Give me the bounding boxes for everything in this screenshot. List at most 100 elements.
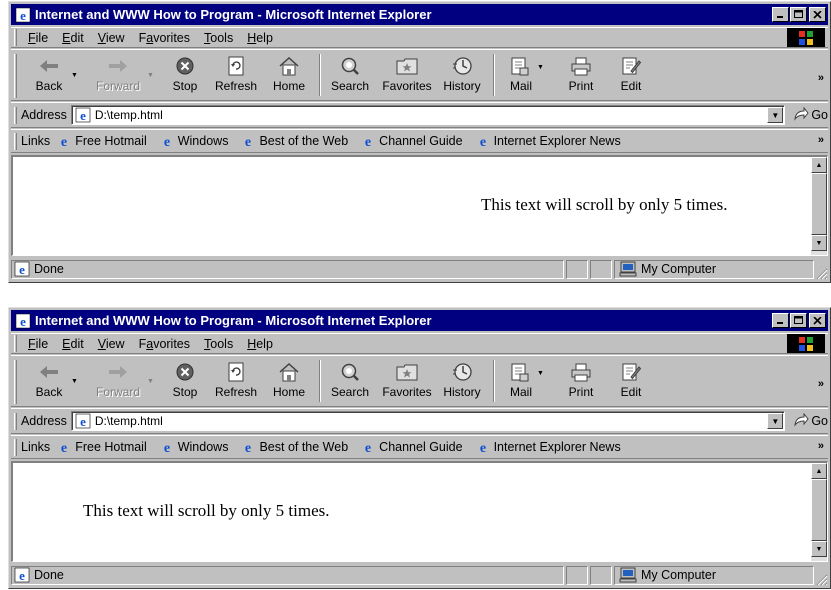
stop-button[interactable]: Stop <box>167 360 203 404</box>
linksbar-grip[interactable] <box>14 132 17 150</box>
link-best-of-the-web[interactable]: e Best of the Web <box>240 133 348 149</box>
address-input[interactable]: e D:\temp.html ▼ <box>70 105 786 125</box>
scroll-down-button[interactable]: ▼ <box>811 235 827 251</box>
toolbar-grip[interactable] <box>14 360 17 404</box>
links-label: Links <box>21 440 51 454</box>
close-button[interactable] <box>809 7 826 22</box>
vertical-scrollbar[interactable]: ▲ ▼ <box>811 157 827 255</box>
menu-help[interactable]: Help <box>240 31 280 45</box>
svg-text:e: e <box>20 314 26 329</box>
menu-bar: File Edit View Favorites Tools Help <box>11 333 828 354</box>
toolbar-separator <box>319 54 321 96</box>
favorites-icon <box>393 54 421 78</box>
forward-dropdown-icon[interactable]: ▼ <box>147 378 154 385</box>
stop-button[interactable]: Stop <box>167 54 203 98</box>
mail-dropdown-icon[interactable]: ▼ <box>537 370 544 377</box>
toolbar-grip[interactable] <box>14 54 17 98</box>
refresh-button[interactable]: Refresh <box>211 360 261 404</box>
maximize-button[interactable] <box>790 7 807 22</box>
title-bar[interactable]: e Internet and WWW How to Program - Micr… <box>11 4 828 25</box>
menu-favorites[interactable]: Favorites <box>132 31 197 45</box>
print-button[interactable]: Print <box>561 360 601 404</box>
link-channel-guide[interactable]: e Channel Guide <box>360 439 463 455</box>
svg-text:e: e <box>20 8 26 23</box>
maximize-button[interactable] <box>790 313 807 328</box>
links-more-chevron-icon[interactable]: » <box>818 440 824 452</box>
scroll-up-button[interactable]: ▲ <box>811 463 827 479</box>
menubar-grip[interactable] <box>14 335 17 352</box>
links-more-chevron-icon[interactable]: » <box>818 134 824 146</box>
resize-grip-icon[interactable] <box>814 266 828 280</box>
mail-dropdown-icon[interactable]: ▼ <box>537 64 544 71</box>
edit-button[interactable]: Edit <box>611 360 651 404</box>
history-button[interactable]: History <box>439 360 485 404</box>
home-button[interactable]: Home <box>269 54 309 98</box>
search-button[interactable]: Search <box>327 360 373 404</box>
addressbar-grip[interactable] <box>14 106 17 124</box>
minimize-button[interactable] <box>772 7 789 22</box>
close-button[interactable] <box>809 313 826 328</box>
menu-help[interactable]: Help <box>240 337 280 351</box>
scroll-down-button[interactable]: ▼ <box>811 541 827 557</box>
link-best-of-the-web[interactable]: e Best of the Web <box>240 439 348 455</box>
print-button[interactable]: Print <box>561 54 601 98</box>
back-dropdown-icon[interactable]: ▼ <box>71 378 78 385</box>
go-button[interactable]: Go <box>793 106 828 124</box>
menu-view[interactable]: View <box>91 337 132 351</box>
address-dropdown-icon[interactable]: ▼ <box>767 107 784 123</box>
search-button[interactable]: Search <box>327 54 373 98</box>
link-internet-explorer-news[interactable]: e Internet Explorer News <box>475 133 620 149</box>
mail-button[interactable]: Mail <box>501 54 541 98</box>
link-channel-guide[interactable]: e Channel Guide <box>360 133 463 149</box>
link-windows[interactable]: e Windows <box>159 439 229 455</box>
toolbar-more-chevron-icon[interactable]: » <box>818 378 824 390</box>
history-button[interactable]: History <box>439 54 485 98</box>
scroll-thumb[interactable] <box>811 173 827 235</box>
minimize-button[interactable] <box>772 313 789 328</box>
back-button[interactable]: Back <box>31 360 67 404</box>
back-button[interactable]: Back <box>31 54 67 98</box>
address-bar: Address e D:\temp.html ▼ Go <box>11 102 828 128</box>
menu-tools[interactable]: Tools <box>197 31 240 45</box>
link-free-hotmail[interactable]: e Free Hotmail <box>56 133 147 149</box>
vertical-scrollbar[interactable]: ▲ ▼ <box>811 463 827 561</box>
toolbar-more-chevron-icon[interactable]: » <box>818 72 824 84</box>
menu-file[interactable]: File <box>21 337 55 351</box>
link-windows[interactable]: e Windows <box>159 133 229 149</box>
resize-grip-icon[interactable] <box>814 572 828 586</box>
status-page-icon: e <box>14 261 30 277</box>
go-button[interactable]: Go <box>793 412 828 430</box>
forward-button[interactable]: Forward <box>93 54 143 98</box>
address-dropdown-icon[interactable]: ▼ <box>767 413 784 429</box>
title-bar[interactable]: e Internet and WWW How to Program - Micr… <box>11 310 828 331</box>
svg-text:e: e <box>61 135 67 149</box>
menubar-grip[interactable] <box>14 29 17 46</box>
link-free-hotmail[interactable]: e Free Hotmail <box>56 439 147 455</box>
page-content[interactable]: This text will scroll by only 5 times. ▲… <box>11 461 828 562</box>
refresh-button[interactable]: Refresh <box>211 54 261 98</box>
menu-edit[interactable]: Edit <box>55 337 91 351</box>
address-input[interactable]: e D:\temp.html ▼ <box>70 411 786 431</box>
menu-edit[interactable]: Edit <box>55 31 91 45</box>
scroll-up-button[interactable]: ▲ <box>811 157 827 173</box>
menu-tools[interactable]: Tools <box>197 337 240 351</box>
svg-text:e: e <box>245 135 251 149</box>
menu-view[interactable]: View <box>91 31 132 45</box>
menu-file[interactable]: File <box>21 31 55 45</box>
mail-button[interactable]: Mail <box>501 360 541 404</box>
addressbar-grip[interactable] <box>14 412 17 430</box>
forward-button[interactable]: Forward <box>93 360 143 404</box>
back-dropdown-icon[interactable]: ▼ <box>71 72 78 79</box>
forward-dropdown-icon[interactable]: ▼ <box>147 72 154 79</box>
linksbar-grip[interactable] <box>14 438 17 456</box>
link-internet-explorer-news[interactable]: e Internet Explorer News <box>475 439 620 455</box>
favorites-button[interactable]: Favorites <box>377 54 437 98</box>
my-computer-icon <box>619 261 637 277</box>
search-icon <box>336 360 364 384</box>
favorites-button[interactable]: Favorites <box>377 360 437 404</box>
menu-favorites[interactable]: Favorites <box>132 337 197 351</box>
scroll-thumb[interactable] <box>811 479 827 541</box>
edit-button[interactable]: Edit <box>611 54 651 98</box>
home-button[interactable]: Home <box>269 360 309 404</box>
page-content[interactable]: This text will scroll by only 5 times. ▲… <box>11 155 828 256</box>
